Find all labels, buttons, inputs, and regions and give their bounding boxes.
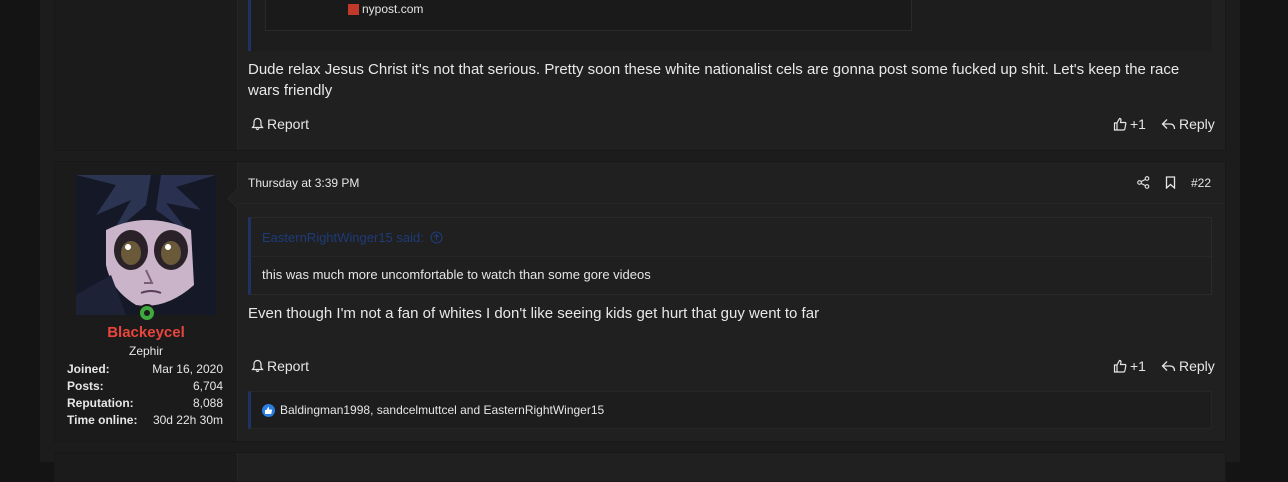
user-stats: Joined: Mar 16, 2020 Posts: 6,704 Reputati…: [67, 361, 223, 429]
share-icon[interactable]: [1137, 176, 1150, 189]
arrow-up-circle-icon[interactable]: [430, 230, 443, 244]
bookmark-icon[interactable]: [1165, 176, 1176, 189]
report-label: Report: [267, 358, 310, 374]
reply-button[interactable]: Reply: [1161, 116, 1215, 132]
reply-icon: [1161, 360, 1176, 371]
embed-source[interactable]: nypost.com: [362, 2, 423, 16]
post-22: Blackeycel Zephir Joined: Mar 16, 2020 Po…: [54, 161, 1226, 442]
quote-block: EasternRightWinger15 said: this was much…: [248, 217, 1212, 295]
quote-text: this was much more uncomfortable to watc…: [262, 267, 651, 282]
thumbs-up-icon: [1113, 117, 1127, 131]
bell-icon: [251, 117, 264, 131]
reply-label: Reply: [1179, 116, 1215, 132]
embed-card[interactable]: nypost.com: [265, 0, 912, 31]
post-next: [54, 452, 1226, 482]
post-date[interactable]: Thursday at 3:39 PM: [248, 176, 359, 190]
like-button[interactable]: +1: [1113, 358, 1146, 374]
reply-icon: [1161, 118, 1176, 129]
message-cell: nypost.com Dude relax Jesus Christ it's …: [237, 0, 1225, 150]
quote-header[interactable]: EasternRightWinger15 said:: [251, 218, 1211, 257]
report-button[interactable]: Report: [251, 116, 309, 132]
reactions-bar[interactable]: Baldingman1998, sandcelmuttcel and Easte…: [248, 391, 1212, 429]
reaction-users[interactable]: Baldingman1998, sandcelmuttcel and Easte…: [280, 403, 604, 417]
post-previous: nypost.com Dude relax Jesus Christ it's …: [54, 0, 1226, 151]
stat-time-online: Time online: 30d 22h 30m: [67, 413, 223, 427]
forum-page: nypost.com Dude relax Jesus Christ it's …: [40, 0, 1240, 482]
thumbs-up-icon: [1113, 359, 1127, 373]
avatar[interactable]: [76, 175, 216, 315]
report-button[interactable]: Report: [251, 358, 309, 374]
reply-label: Reply: [1179, 358, 1215, 374]
quote-author[interactable]: EasternRightWinger15 said:: [262, 230, 424, 245]
message-text: Dude relax Jesus Christ it's not that se…: [248, 61, 1180, 99]
user-cell: Blackeycel Zephir Joined: Mar 16, 2020 Po…: [55, 162, 238, 441]
like-reaction-icon: [262, 403, 275, 417]
stat-reputation: Reputation: 8,088: [67, 396, 223, 410]
user-cell: [55, 0, 238, 150]
message-cell: Thursday at 3:39 PM #22 EasternRightWing…: [227, 162, 1225, 441]
user-title: Zephir: [128, 344, 163, 358]
username[interactable]: Blackeycel: [55, 324, 237, 341]
bell-icon: [251, 359, 264, 373]
message-meta: Thursday at 3:39 PM #22: [237, 162, 1225, 204]
favicon-icon: [348, 4, 359, 15]
like-count: +1: [1130, 116, 1146, 132]
online-indicator-icon: [138, 304, 156, 322]
post-number[interactable]: #22: [1191, 176, 1211, 190]
avatar-image: [76, 175, 216, 315]
message-text: Even though I'm not a fan of whites I do…: [248, 305, 820, 322]
stat-joined: Joined: Mar 16, 2020: [67, 362, 223, 376]
user-cell: [55, 453, 238, 481]
like-button[interactable]: +1: [1113, 116, 1146, 132]
reply-button[interactable]: Reply: [1161, 358, 1215, 374]
embed-box: nypost.com: [248, 0, 1212, 51]
like-count: +1: [1130, 358, 1146, 374]
report-label: Report: [267, 116, 310, 132]
stat-posts: Posts: 6,704: [67, 379, 223, 393]
